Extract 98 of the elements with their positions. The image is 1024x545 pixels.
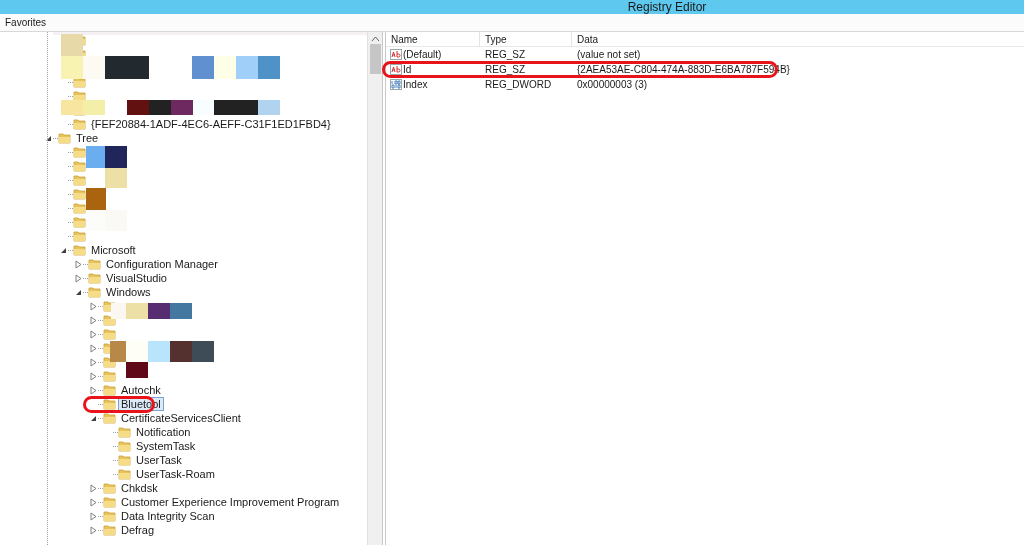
expand-arrow-icon[interactable]	[74, 273, 83, 283]
tree-item[interactable]: VisualStudio	[103, 271, 170, 285]
value-type: REG_SZ	[484, 48, 526, 62]
redaction-block	[86, 146, 105, 168]
folder-icon	[103, 328, 116, 340]
folder-icon	[88, 286, 101, 298]
expand-arrow-icon[interactable]	[89, 497, 98, 507]
folder-icon	[73, 230, 86, 242]
value-name[interactable]: (Default)	[403, 47, 442, 62]
scrollbar-thumb[interactable]	[369, 44, 381, 74]
value-data: 0x00000003 (3)	[576, 78, 648, 92]
expand-arrow-icon[interactable]	[89, 371, 98, 381]
folder-icon	[73, 90, 86, 102]
redaction-block	[149, 100, 171, 115]
expand-arrow-icon[interactable]	[89, 525, 98, 535]
expand-arrow-icon[interactable]	[89, 511, 98, 521]
tree-item[interactable]: Notification	[133, 425, 194, 439]
folder-icon	[103, 370, 116, 382]
redaction-block	[258, 56, 280, 79]
folder-icon	[103, 524, 116, 536]
redaction-block	[61, 100, 83, 115]
redaction-block	[110, 341, 126, 362]
redaction-block	[214, 56, 236, 79]
folder-icon	[103, 412, 116, 424]
redaction-block	[127, 100, 149, 115]
tree-item[interactable]: Autochk	[118, 383, 164, 397]
tree-item[interactable]: Tree	[73, 131, 102, 145]
folder-icon	[73, 146, 86, 158]
expand-arrow-icon[interactable]	[89, 301, 98, 311]
redaction-block	[61, 56, 83, 79]
binary-value-icon	[390, 79, 402, 90]
folder-icon	[73, 174, 86, 186]
expand-arrow-icon[interactable]	[89, 343, 98, 353]
folder-icon	[118, 454, 131, 466]
redaction-block	[83, 100, 105, 115]
redaction-block	[86, 210, 105, 231]
folder-icon	[103, 384, 116, 396]
tree-item[interactable]: Customer Experience Improvement Program	[118, 495, 343, 509]
redaction-block	[192, 341, 214, 362]
folder-icon	[73, 188, 86, 200]
redaction-block	[126, 362, 148, 378]
string-value-icon	[390, 49, 402, 60]
tree-item[interactable]: CertificateServicesClient	[118, 411, 244, 425]
tree-item[interactable]: {FEF20884-1ADF-4EC6-AEFF-C31F1ED1FBD4}	[88, 117, 334, 131]
column-header[interactable]: Name	[386, 31, 480, 47]
tree-item[interactable]: Defrag	[118, 523, 158, 537]
value-type: REG_SZ	[484, 63, 526, 77]
redaction-block	[148, 341, 170, 362]
folder-icon	[88, 258, 101, 270]
tree-item[interactable]: Windows	[103, 285, 154, 299]
folder-icon	[58, 132, 71, 144]
redaction-block	[105, 168, 127, 188]
folder-icon	[118, 440, 131, 452]
value-name[interactable]: Index	[403, 77, 428, 92]
column-header[interactable]: Data	[572, 31, 772, 47]
expand-arrow-icon[interactable]	[89, 483, 98, 493]
tree-item[interactable]: Chkdsk	[118, 481, 161, 495]
redaction-block	[86, 188, 106, 210]
expand-arrow-icon[interactable]	[89, 315, 98, 325]
column-header[interactable]: Type	[480, 31, 572, 47]
redaction-block	[171, 100, 193, 115]
tree-item[interactable]: Data Integrity Scan	[118, 509, 218, 523]
redaction-block	[126, 341, 148, 362]
tree-item[interactable]: Configuration Manager	[103, 257, 221, 271]
expand-arrow-icon[interactable]	[74, 259, 83, 269]
folder-icon	[118, 468, 131, 480]
redaction-block	[236, 56, 258, 79]
folder-icon	[73, 118, 86, 130]
folder-icon	[88, 272, 101, 284]
folder-icon	[73, 160, 86, 172]
menu-item[interactable]: Favorites	[4, 15, 48, 30]
redaction-block	[148, 303, 170, 319]
scrollbar[interactable]	[367, 32, 382, 545]
folder-icon	[73, 202, 86, 214]
folder-icon	[103, 398, 116, 410]
folder-icon	[103, 510, 116, 522]
folder-icon	[103, 496, 116, 508]
value-type: REG_DWORD	[484, 78, 553, 92]
redaction-block	[105, 146, 127, 168]
tree-item[interactable]: Microsoft	[88, 243, 139, 257]
redaction-block	[170, 303, 192, 319]
redaction-block	[170, 341, 192, 362]
window-title: Registry Editor	[627, 0, 707, 14]
folder-icon	[103, 482, 116, 494]
expand-arrow-icon[interactable]	[89, 329, 98, 339]
tree-item[interactable]: UserTask-Roam	[133, 467, 218, 481]
folder-icon	[118, 426, 131, 438]
expand-arrow-icon[interactable]	[89, 357, 98, 367]
value-name[interactable]: Id	[403, 62, 412, 77]
folder-icon	[73, 216, 86, 228]
tree-item[interactable]: SystemTask	[133, 439, 199, 453]
expand-arrow-icon[interactable]	[89, 385, 98, 395]
redaction-block	[105, 210, 127, 231]
redaction-block	[192, 56, 214, 79]
string-value-icon	[390, 64, 402, 75]
tree-item[interactable]: UserTask	[133, 453, 185, 467]
value-data: (value not set)	[576, 48, 641, 62]
folder-icon	[73, 244, 86, 256]
